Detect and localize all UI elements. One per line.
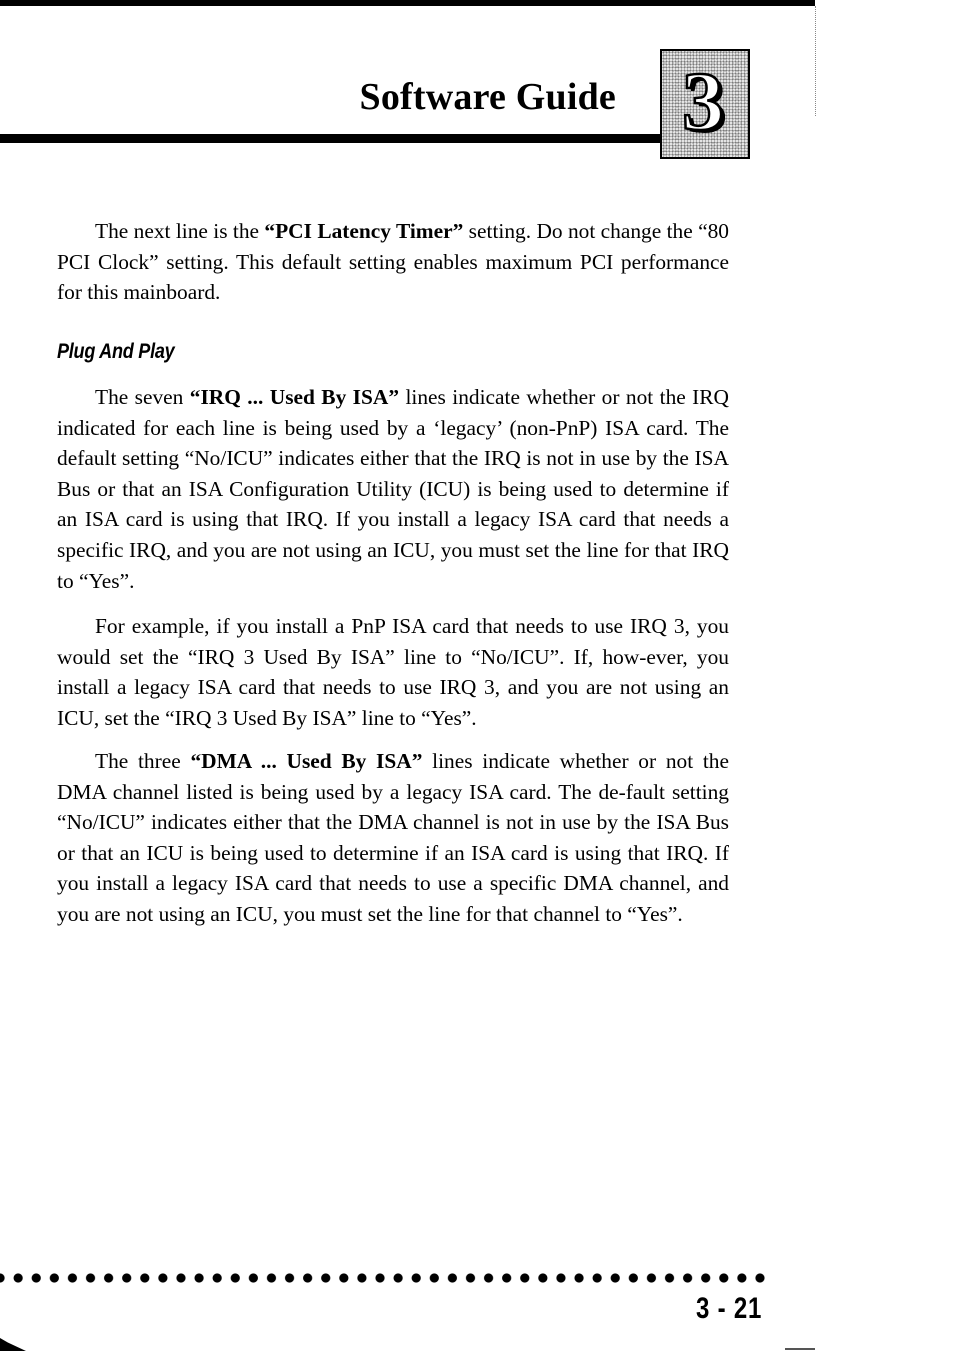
paragraph-irq-used-by-isa: The seven “IRQ ... Used By ISA” lines in… xyxy=(57,382,729,596)
page-title: Software Guide xyxy=(359,76,616,118)
text-run: The next line is the xyxy=(95,219,265,243)
page-edge-line xyxy=(815,6,817,116)
paragraph-pci-latency: The next line is the “PCI Latency Timer”… xyxy=(57,216,729,308)
scan-corner-mark xyxy=(0,1338,26,1351)
top-border-bar xyxy=(0,0,815,6)
bold-term: “IRQ ... Used By ISA” xyxy=(189,385,400,409)
bold-term: “PCI Latency Timer” xyxy=(264,219,464,243)
bold-term: “DMA ... Used By ISA” xyxy=(190,749,423,773)
text-run: lines indicate whether or not the IRQ in… xyxy=(57,385,730,593)
dotted-footer-rule xyxy=(0,1272,770,1284)
text-run: The seven xyxy=(95,385,190,409)
section-heading: Plug And Play xyxy=(57,340,175,363)
scan-edge-mark xyxy=(785,1348,815,1350)
text-run: The three xyxy=(95,749,191,773)
text-run: lines indicate whether or not the DMA ch… xyxy=(57,749,729,926)
page-number: 3 - 21 xyxy=(696,1292,763,1325)
paragraph-irq-example: For example, if you install a PnP ISA ca… xyxy=(57,614,729,730)
chapter-number-badge: 3 xyxy=(660,49,750,159)
paragraph-dma-used-by-isa: The three “DMA ... Used By ISA” lines in… xyxy=(57,746,729,930)
title-underline-rule xyxy=(0,134,662,143)
chapter-number: 3 xyxy=(681,55,726,148)
